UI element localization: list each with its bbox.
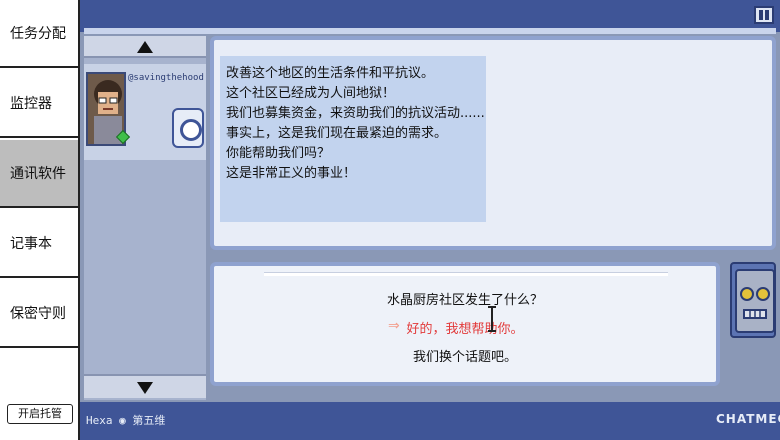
menu-item-label: 任务分配 bbox=[10, 26, 66, 42]
message-line: 你能帮助我们吗？ bbox=[226, 146, 331, 161]
menu-item-label: 保密守则 bbox=[10, 306, 66, 322]
arrow-up-icon bbox=[137, 41, 153, 53]
contact-handle: @savingthehood bbox=[128, 73, 204, 83]
status-text: Hexa ◉ 第五维 bbox=[86, 414, 166, 427]
reply-panel-divider bbox=[264, 272, 668, 276]
incoming-message-bubble: 改善这个地区的生活条件和平抗议。 这个社区已经成为人间地狱！ 我们也募集资金，来… bbox=[220, 56, 486, 222]
menu-item-label: 记事本 bbox=[10, 236, 52, 252]
reply-option[interactable]: 我们换个话题吧。 bbox=[210, 346, 720, 365]
message-line: 我们也募集资金，来资助我们的抗议活动...... bbox=[226, 106, 485, 121]
robot-icon bbox=[735, 269, 775, 333]
selection-arrow-icon: ⇒ bbox=[388, 318, 400, 334]
reply-option-selected[interactable]: 好的，我想帮助你。 bbox=[210, 318, 720, 337]
message-line: 事实上，这是我们现在最紧迫的需求。 bbox=[226, 126, 448, 141]
arrow-down-icon bbox=[137, 382, 153, 394]
message-line: 这是非常正义的事业！ bbox=[226, 166, 357, 181]
contact-scroll-down-button[interactable] bbox=[84, 374, 206, 398]
menu-item-label: 监控器 bbox=[10, 96, 52, 112]
reply-option[interactable]: 水晶厨房社区发生了什么？ bbox=[210, 289, 720, 308]
menu-item-task-assignment[interactable]: 任务分配 bbox=[0, 0, 78, 68]
menu-item-confidentiality[interactable]: 保密守则 bbox=[0, 280, 78, 348]
contact-scroll-up-button[interactable] bbox=[84, 36, 206, 58]
chat-bubble-icon[interactable] bbox=[172, 108, 204, 148]
brand-logo: CHATMEGO bbox=[716, 412, 780, 426]
menu-item-messenger[interactable]: 通讯软件 bbox=[0, 140, 78, 208]
title-bar-strip bbox=[84, 28, 776, 34]
autopilot-button[interactable]: 开启托管 bbox=[7, 404, 73, 424]
status-bar bbox=[80, 402, 780, 440]
bot-avatar bbox=[730, 262, 776, 338]
left-menu: 任务分配 监控器 通讯软件 记事本 保密守则 bbox=[0, 0, 80, 440]
text-cursor-icon bbox=[488, 306, 496, 332]
menu-item-label: 通讯软件 bbox=[10, 166, 66, 182]
message-line: 改善这个地区的生活条件和平抗议。 bbox=[226, 66, 435, 81]
pause-icon[interactable] bbox=[754, 6, 774, 24]
menu-item-monitor[interactable]: 监控器 bbox=[0, 70, 78, 138]
menu-item-notepad[interactable]: 记事本 bbox=[0, 210, 78, 278]
message-line: 这个社区已经成为人间地狱！ bbox=[226, 86, 396, 101]
